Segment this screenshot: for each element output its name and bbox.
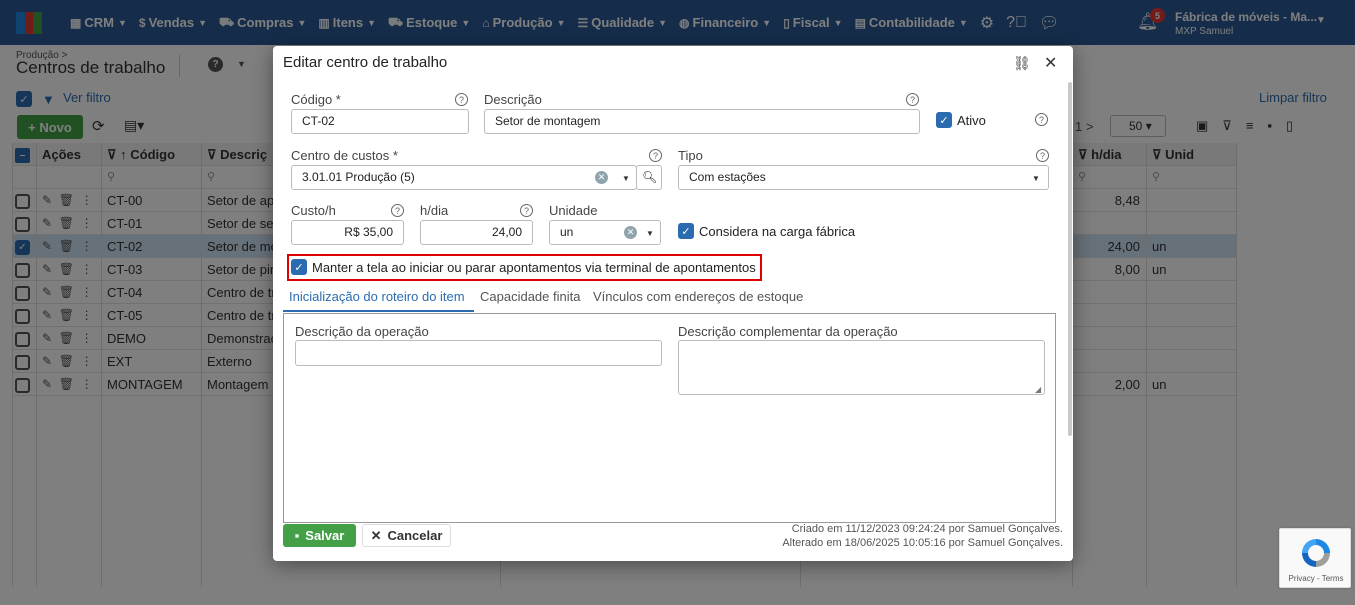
ativo-label: Ativo — [957, 113, 986, 128]
help-icon[interactable]: ? — [1036, 149, 1049, 162]
clear-icon[interactable]: ✕ — [595, 171, 608, 184]
recaptcha-terms[interactable]: Privacy - Terms — [1280, 574, 1352, 583]
descricao-field[interactable]: Setor de montagem — [484, 109, 920, 134]
close-icon[interactable]: ✕ — [1044, 53, 1057, 73]
manter-tela-checkbox[interactable]: ✓ — [291, 259, 307, 275]
centro-custos-label: Centro de custos * — [291, 148, 398, 163]
created-info: Criado em 11/12/2023 09:24:24 por Samuel… — [791, 523, 1063, 535]
close-icon: ✕ — [370, 527, 382, 543]
hdia-field[interactable]: 24,00 — [420, 220, 533, 245]
chevron-down-icon[interactable]: ▼ — [646, 229, 654, 238]
save-icon: ▪ — [294, 528, 300, 543]
dialog-title: Editar centro de trabalho — [283, 54, 448, 71]
clear-icon[interactable]: ✕ — [624, 226, 637, 239]
tab-inicializacao[interactable]: Inicialização do roteiro do item — [289, 289, 465, 304]
tipo-select[interactable]: Com estações — [678, 165, 1049, 190]
chevron-down-icon[interactable]: ▼ — [1032, 174, 1040, 183]
cancel-button[interactable]: ✕ Cancelar — [362, 524, 451, 547]
descricao-label: Descrição — [484, 92, 542, 107]
considera-label: Considera na carga fábrica — [699, 224, 856, 239]
recaptcha-icon — [1302, 539, 1330, 567]
recaptcha-badge[interactable]: Privacy - Terms — [1279, 528, 1351, 588]
search-icon: 🔍︎ — [642, 170, 658, 184]
considera-checkbox[interactable]: ✓ — [678, 223, 694, 239]
help-icon[interactable]: ? — [649, 149, 662, 162]
desc-operacao-field[interactable] — [295, 340, 662, 366]
help-icon[interactable]: ? — [520, 204, 533, 217]
desc-complementar-label: Descrição complementar da operação — [678, 324, 898, 339]
scrollbar[interactable] — [1068, 82, 1072, 436]
desc-operacao-label: Descrição da operação — [295, 324, 429, 339]
centro-custos-field[interactable]: 3.01.01 Produção (5) — [291, 165, 637, 190]
help-icon[interactable]: ? — [391, 204, 404, 217]
tipo-label: Tipo — [678, 148, 703, 163]
cancel-button-label: Cancelar — [387, 528, 443, 543]
unidade-select[interactable]: un — [549, 220, 661, 245]
save-button[interactable]: ▪ Salvar — [283, 524, 356, 547]
tab-vinculos-enderecos[interactable]: Vínculos com endereços de estoque — [593, 289, 803, 304]
help-icon[interactable]: ? — [455, 93, 468, 106]
codigo-field[interactable]: CT-02 — [291, 109, 469, 134]
search-button[interactable]: 🔍︎ — [636, 165, 662, 190]
resize-handle-icon[interactable]: ◢ — [1035, 385, 1041, 394]
help-icon[interactable]: ? — [1035, 113, 1048, 126]
unidade-label: Unidade — [549, 203, 598, 218]
codigo-label: Código * — [291, 92, 341, 107]
manter-tela-label: Manter a tela ao iniciar ou parar aponta… — [312, 260, 756, 275]
edit-work-center-dialog: Editar centro de trabalho ⛓ ✕ Código * ?… — [273, 46, 1073, 561]
altered-info: Alterado em 18/06/2025 10:05:16 por Samu… — [782, 537, 1063, 549]
hdia-label: h/dia — [420, 203, 449, 218]
desc-complementar-textarea[interactable] — [678, 340, 1045, 395]
link-icon[interactable]: ⛓ — [1013, 55, 1031, 72]
custo-field[interactable]: R$ 35,00 — [291, 220, 404, 245]
save-button-label: Salvar — [305, 528, 345, 543]
chevron-down-icon[interactable]: ▼ — [622, 174, 630, 183]
custo-label: Custo/h — [291, 203, 336, 218]
audit-info: Criado em 11/12/2023 09:24:24 por Samuel… — [782, 522, 1063, 550]
help-icon[interactable]: ? — [906, 93, 919, 106]
active-tab-indicator — [283, 310, 474, 312]
tab-capacidade-finita[interactable]: Capacidade finita — [480, 289, 580, 304]
ativo-checkbox[interactable]: ✓ — [936, 112, 952, 128]
